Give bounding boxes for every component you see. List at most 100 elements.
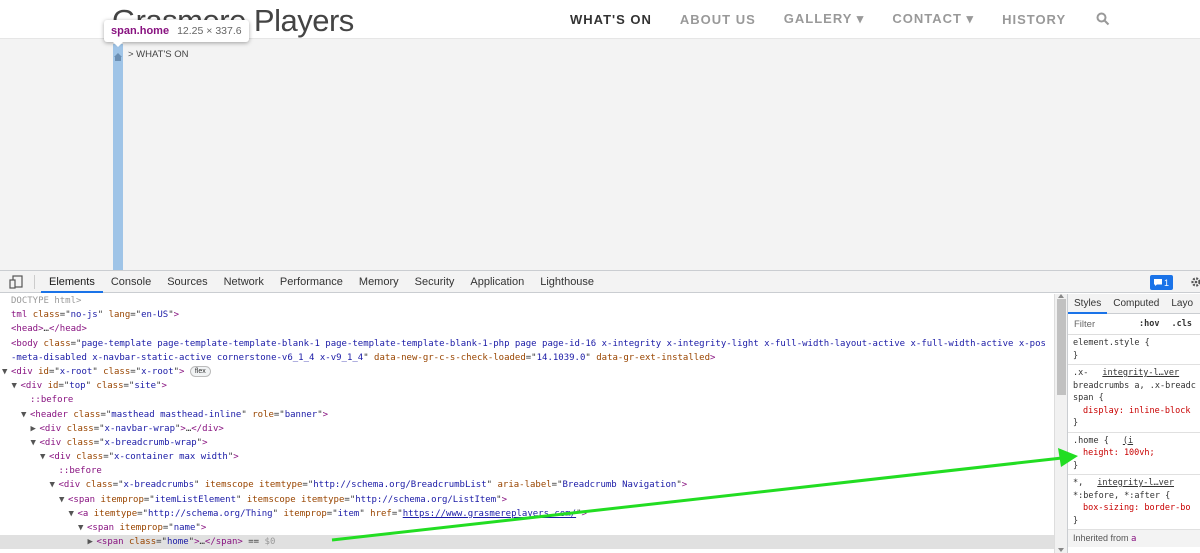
dom-node[interactable]: ▼ <span itemprop="itemListElement" itemsc…	[0, 493, 1054, 507]
nav-contact[interactable]: CONTACT ▾	[892, 11, 974, 27]
style-rule-line: .home {(i	[1073, 435, 1134, 446]
nav-about-us[interactable]: ABOUT US	[680, 12, 756, 27]
dom-node-markup: -meta-disabled x-navbar-static-active co…	[11, 352, 716, 363]
dom-node[interactable]: ▼ <a itemtype="http://schema.org/Thing" i…	[0, 507, 1054, 521]
tab-console[interactable]: Console	[103, 271, 159, 293]
dom-node[interactable]: ▼ <span itemprop="name">	[0, 521, 1054, 535]
dom-node[interactable]: ::before	[0, 393, 1054, 407]
gear-icon[interactable]	[1190, 275, 1200, 287]
style-rule-line: span {	[1073, 393, 1104, 403]
tab-security[interactable]: Security	[407, 271, 463, 293]
collapse-triangle-icon[interactable]: ▼	[12, 379, 21, 393]
dom-node-selected[interactable]: ▶ <span class="home">…</span> == $0	[0, 535, 1054, 550]
style-rule-line: *:before, *:after {	[1073, 490, 1171, 501]
dom-node-markup: <header class="masthead masthead-inline"…	[30, 409, 329, 420]
tab-computed[interactable]: Computed	[1107, 294, 1165, 314]
style-rules: element.style {} .x-integrity-l…ver breadc…	[1068, 335, 1200, 530]
main-nav: WHAT'S ON ABOUT US GALLERY ▾ CONTACT ▾ H…	[556, 0, 1110, 38]
dom-node[interactable]: ▶ <div class="x-navbar-wrap">…</div>	[0, 422, 1054, 436]
style-rule[interactable]: .x-integrity-l…ver breadcrumbs a, .x-brea…	[1068, 365, 1200, 433]
style-rule[interactable]: element.style {}	[1068, 335, 1200, 365]
dom-node-markup: <span itemprop="itemListElement" itemsco…	[68, 494, 507, 505]
dom-node[interactable]: <head>…</head>	[0, 322, 1054, 336]
dom-node[interactable]: ▼ <div id="top" class="site">	[0, 379, 1054, 393]
tab-layout[interactable]: Layo	[1165, 294, 1199, 314]
scroll-down-arrow[interactable]	[1058, 548, 1064, 552]
style-rule-line: }	[1073, 515, 1079, 526]
dom-node-markup: tml class="no-js" lang="en-US">	[11, 310, 180, 321]
collapse-triangle-icon[interactable]: ▼	[2, 365, 11, 379]
tab-performance[interactable]: Performance	[272, 271, 351, 293]
website-viewport: Grasmere Players WHAT'S ON ABOUT US GALL…	[0, 0, 1200, 270]
tab-application[interactable]: Application	[462, 271, 532, 293]
dom-node[interactable]: ▼ <header class="masthead masthead-inline…	[0, 408, 1054, 422]
breadcrumb[interactable]: > WHAT'S ON	[128, 49, 189, 60]
scrollbar-thumb[interactable]	[1057, 299, 1066, 395]
tooltip-dimensions: 12.25 × 337.6	[177, 25, 242, 37]
dom-node[interactable]: ▼ <div class="x-breadcrumbs" itemscope it…	[0, 478, 1054, 492]
elements-tree[interactable]: DOCTYPE html> tml class="no-js" lang="en-…	[0, 294, 1054, 553]
style-source-link[interactable]: (i	[1123, 436, 1133, 446]
dom-node[interactable]: tml class="no-js" lang="en-US">	[0, 308, 1054, 322]
collapse-triangle-icon[interactable]: ▼	[31, 436, 40, 450]
tab-sources[interactable]: Sources	[159, 271, 215, 293]
dom-node-markup: <body class="page-template page-template…	[11, 338, 1046, 349]
tab-network[interactable]: Network	[216, 271, 272, 293]
tooltip-arrow	[112, 41, 124, 47]
style-source-link[interactable]: integrity-l…ver	[1102, 368, 1179, 378]
dom-node[interactable]: ::before	[0, 464, 1054, 478]
style-rule[interactable]: .home {(i height: 100vh;}	[1068, 433, 1200, 475]
devtools-panel: Elements Console Sources Network Perform…	[0, 270, 1200, 553]
dom-node-markup: <head>…</head>	[11, 324, 87, 335]
issues-badge[interactable]: 1	[1150, 275, 1174, 290]
dom-node[interactable]: ▼ <div id="x-root" class="x-root"> flex	[0, 365, 1054, 379]
dom-node[interactable]: -meta-disabled x-navbar-static-active co…	[0, 351, 1054, 365]
dom-node-markup: <div class="x-breadcrumb-wrap">	[39, 437, 208, 448]
expand-triangle-icon[interactable]: ▶	[31, 422, 40, 436]
collapse-triangle-icon[interactable]: ▼	[21, 408, 30, 422]
nav-whats-on[interactable]: WHAT'S ON	[570, 12, 652, 27]
tab-memory[interactable]: Memory	[351, 271, 407, 293]
dom-node[interactable]: DOCTYPE html>	[0, 294, 1054, 308]
dom-node-markup: <div id="top" class="site">	[20, 381, 167, 392]
style-rule-line: box-sizing: border-bo	[1083, 503, 1191, 513]
search-icon[interactable]	[1096, 12, 1110, 26]
style-rule-line: }	[1073, 418, 1079, 428]
styles-pane: Styles Computed Layo Filter :hov .cls el…	[1067, 294, 1200, 553]
cls-toggle[interactable]: .cls	[1172, 319, 1192, 329]
collapse-triangle-icon[interactable]: ▼	[40, 450, 49, 464]
nav-gallery[interactable]: GALLERY ▾	[784, 11, 865, 27]
style-source-link[interactable]: integrity-l…ver	[1097, 478, 1174, 488]
collapse-triangle-icon[interactable]: ▼	[50, 478, 59, 492]
collapse-triangle-icon[interactable]: ▼	[69, 507, 78, 521]
inherited-tag[interactable]: a	[1131, 534, 1136, 544]
dom-node-markup: <div class="x-container max width">	[49, 452, 239, 463]
dom-node[interactable]: ▼ <div class="x-breadcrumb-wrap">	[0, 436, 1054, 450]
hov-toggle[interactable]: :hov	[1139, 319, 1159, 329]
tab-styles[interactable]: Styles	[1068, 294, 1108, 314]
style-rule-line: display: inline-block	[1083, 405, 1191, 416]
scroll-up-arrow[interactable]	[1058, 294, 1064, 298]
tab-lighthouse[interactable]: Lighthouse	[532, 271, 602, 293]
collapse-triangle-icon[interactable]: ▼	[59, 493, 68, 507]
tab-separator	[34, 274, 35, 289]
inherited-from: Inherited from a	[1068, 530, 1200, 547]
dom-node-markup: ::before	[58, 466, 102, 477]
expand-triangle-icon[interactable]: ▶	[88, 535, 97, 549]
style-rule-line: }	[1073, 350, 1079, 361]
tab-elements[interactable]: Elements	[41, 271, 103, 293]
elements-scrollbar[interactable]	[1054, 294, 1067, 553]
style-rule[interactable]: *, integrity-l…ver *:before, *:after {box-…	[1068, 475, 1200, 530]
styles-filter[interactable]: Filter :hov .cls	[1068, 314, 1200, 335]
dom-node[interactable]: <body class="page-template page-template…	[0, 337, 1054, 351]
filter-input[interactable]: Filter	[1074, 319, 1135, 330]
home-icon[interactable]	[114, 48, 122, 61]
dom-node[interactable]: ▼ <div class="x-container max width">	[0, 450, 1054, 464]
style-rule-line: .x-integrity-l…ver	[1073, 368, 1180, 378]
element-highlight-overlay	[113, 44, 123, 270]
inherited-label: Inherited from	[1073, 533, 1129, 543]
inspect-tooltip: span.home 12.25 × 337.6	[104, 20, 249, 42]
collapse-triangle-icon[interactable]: ▼	[78, 521, 87, 535]
nav-history[interactable]: HISTORY	[1002, 12, 1066, 27]
device-toggle-icon[interactable]	[8, 274, 24, 289]
